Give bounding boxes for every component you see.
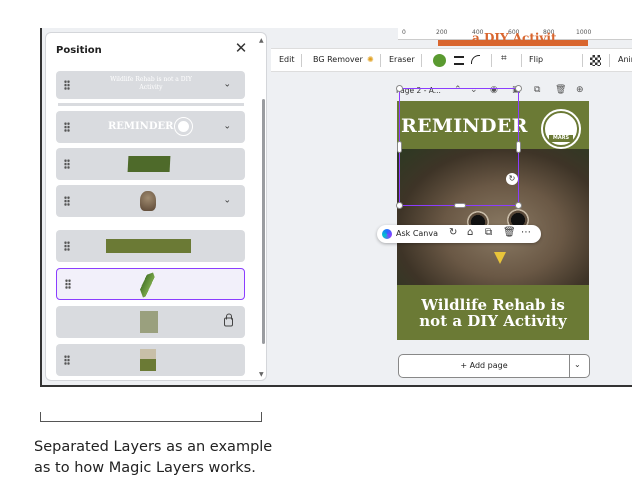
resize-handle[interactable] [516, 141, 521, 153]
crop-icon[interactable]: ⌗ [501, 53, 507, 64]
add-page-label: + Add page [460, 361, 508, 370]
toolbar-divider [582, 54, 583, 67]
drag-handle-icon[interactable] [65, 279, 71, 289]
ask-canva-button[interactable]: Ask Canva [396, 229, 438, 238]
layer-thumbnail-text: Wildlife Rehab is not a DIY Activity [110, 76, 192, 91]
panel-title: Position [56, 45, 102, 56]
layers-panel: Position ✕ Wildlife Rehab is not a DIY A… [45, 32, 267, 381]
overflow-text: a DIY Activit [472, 31, 557, 45]
layer-item-green-shape[interactable] [56, 148, 245, 180]
toolbar-divider [421, 54, 422, 67]
drag-handle-icon[interactable] [64, 355, 70, 365]
border-style-icon[interactable] [454, 56, 464, 65]
logo-text: MARS [549, 135, 573, 142]
more-icon[interactable]: ⋯ [521, 227, 531, 238]
add-page-icon[interactable]: ⊕ [576, 85, 584, 95]
layer-item-fern-selected[interactable] [56, 268, 245, 300]
layer-item-olive-bar[interactable] [56, 230, 245, 262]
layer-divider [58, 103, 244, 106]
drag-handle-icon[interactable] [64, 159, 70, 169]
chevron-down-icon[interactable]: ⌄ [223, 196, 231, 206]
resize-handle[interactable] [454, 203, 466, 208]
layer-item-reminder[interactable]: REMINDER ⌄ [56, 111, 245, 143]
duplicate-icon[interactable]: ⧉ [485, 227, 492, 238]
toolbar-divider [491, 54, 492, 67]
flip-button[interactable]: Flip [529, 55, 543, 64]
fern-thumbnail [136, 272, 160, 298]
logo-thumbnail [174, 117, 193, 136]
ask-canva-bar: Ask Canva ↻ ⌂ ⧉ 🗑 ⋯ [377, 225, 541, 243]
photo-thumbnail [140, 349, 156, 371]
trash-icon[interactable]: 🗑 [555, 85, 566, 95]
screenshot-frame: Position ✕ Wildlife Rehab is not a DIY A… [40, 28, 632, 387]
chevron-down-icon[interactable]: ⌄ [223, 80, 231, 90]
footer-line: Wildlife Rehab is [421, 296, 565, 314]
shape-thumbnail [106, 239, 191, 253]
close-icon[interactable]: ✕ [232, 39, 250, 57]
resize-handle[interactable] [515, 85, 522, 92]
footer-line: not a DIY Activity [419, 312, 567, 330]
ruler-tick: 0 [402, 29, 406, 36]
scroll-up-icon[interactable]: ▲ [259, 37, 264, 44]
drag-handle-icon[interactable] [64, 241, 70, 251]
scroll-down-icon[interactable]: ▼ [259, 371, 264, 378]
animate-button[interactable]: Animate [618, 55, 632, 64]
owl-thumbnail [140, 191, 156, 211]
rotate-icon[interactable]: ↻ [506, 173, 518, 185]
button-divider [569, 355, 570, 377]
eraser-button[interactable]: Eraser [389, 55, 415, 64]
drag-handle-icon[interactable] [64, 122, 70, 132]
toolbar-divider [521, 54, 522, 67]
toolbar-divider [380, 54, 381, 67]
scrollbar-thumb[interactable] [262, 99, 265, 344]
caption-bracket [40, 412, 262, 422]
lock-icon[interactable]: ⌂ [467, 227, 473, 238]
resize-handle[interactable] [396, 85, 403, 92]
refresh-icon[interactable]: ↻ [449, 227, 457, 238]
background-thumbnail [140, 311, 158, 333]
add-page-button[interactable]: + Add page ⌄ [398, 354, 590, 378]
caption-line: Separated Layers as an example [34, 439, 273, 455]
bg-remover-button[interactable]: BG Remover [313, 55, 363, 64]
resize-handle[interactable] [396, 202, 403, 209]
caption-line: as to how Magic Layers works. [34, 460, 256, 476]
selection-box[interactable]: ↻ [396, 85, 522, 209]
chevron-down-icon[interactable]: ⌄ [223, 122, 231, 132]
corner-rounding-icon[interactable] [471, 55, 480, 64]
sparkle-icon: ✺ [367, 55, 374, 64]
chevron-down-icon[interactable]: ⌄ [574, 360, 581, 369]
color-swatch-button[interactable] [433, 54, 446, 67]
owl-beak [494, 252, 506, 264]
drag-handle-icon[interactable] [64, 196, 70, 206]
resize-handle[interactable] [515, 202, 522, 209]
layer-item-photo[interactable] [56, 344, 245, 376]
ruler-tick: 200 [436, 29, 448, 36]
canva-ai-icon [382, 229, 392, 239]
canvas-overflow-text: a DIY Activit [438, 31, 588, 46]
layer-thumbnail-text: REMINDER [108, 121, 174, 132]
lock-icon[interactable] [224, 313, 233, 327]
trash-icon[interactable]: 🗑 [503, 227, 516, 238]
design-footer-text[interactable]: Wildlife Rehab is not a DIY Activity [397, 297, 589, 329]
resize-handle[interactable] [397, 141, 402, 153]
edit-button[interactable]: Edit [279, 55, 295, 64]
drag-handle-icon[interactable] [64, 80, 70, 90]
context-toolbar: Edit BG Remover ✺ Eraser ⌗ Flip Animate [271, 48, 632, 72]
layer-item-owl[interactable]: ⌄ [56, 185, 245, 217]
duplicate-icon[interactable]: ⧉ [534, 85, 540, 95]
layer-item-footer-text[interactable]: Wildlife Rehab is not a DIY Activity ⌄ [56, 71, 245, 99]
toolbar-divider [301, 54, 302, 67]
shape-thumbnail [127, 156, 171, 172]
transparency-icon[interactable] [590, 55, 601, 66]
layer-item-background[interactable] [56, 306, 245, 338]
ruler-tick: 1000 [576, 29, 592, 36]
caption: Separated Layers as an example as to how… [34, 437, 274, 479]
toolbar-divider [609, 54, 610, 67]
